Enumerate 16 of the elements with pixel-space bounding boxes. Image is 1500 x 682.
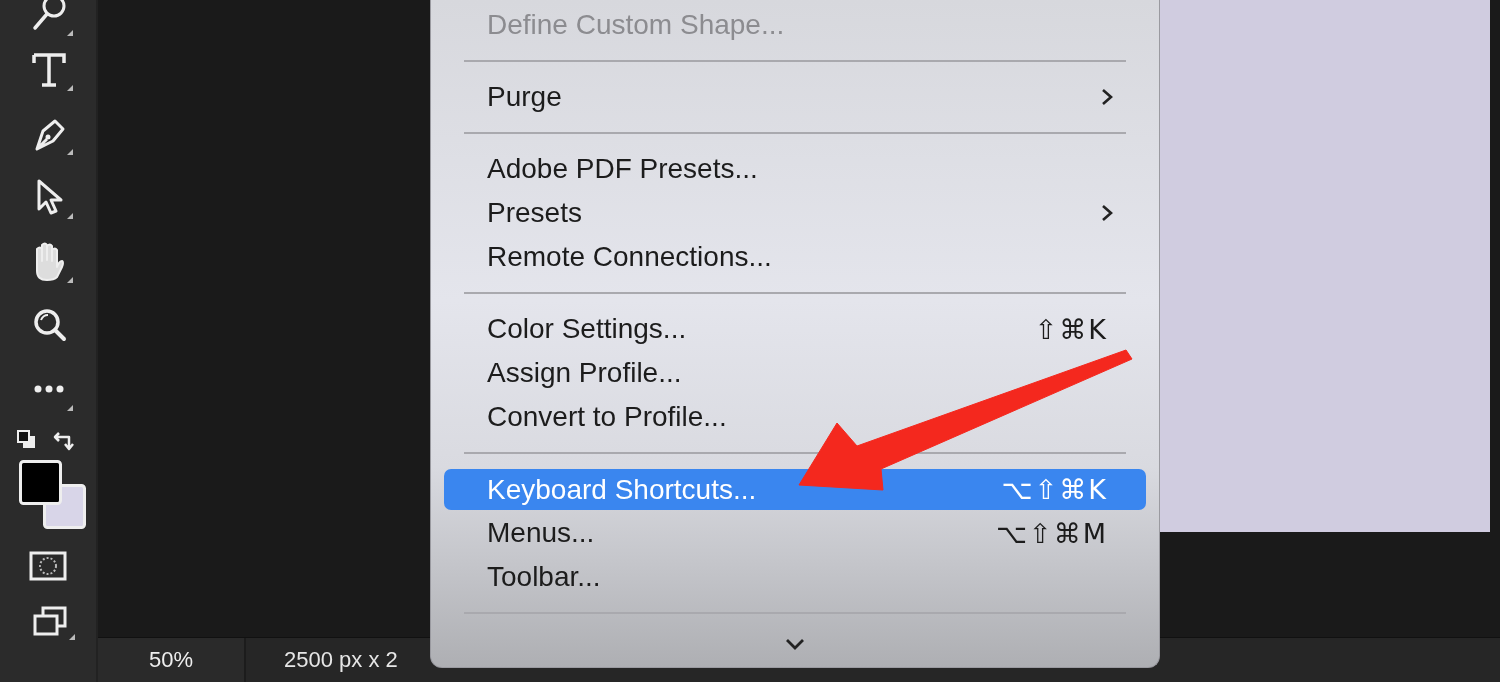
keyboard-shortcut: ⌥⇧⌘M [995,517,1108,549]
keyboard-shortcut: ⌥⇧⌘K [1001,474,1108,505]
menu-item[interactable]: Color Settings... ⇧⌘K [444,307,1146,351]
menu-item[interactable]: Convert to Profile... [444,395,1146,439]
menu-item[interactable]: Keyboard Shortcuts... ⌥⇧⌘K [444,469,1146,510]
document-size: 2500 px x 2 [283,647,398,673]
menu-item[interactable]: Purge [444,75,1146,119]
menu-item[interactable]: Assign Profile... [444,351,1146,395]
menu-item[interactable]: Presets [444,191,1146,235]
menu-item[interactable]: Toolbar... [444,555,1146,599]
keyboard-shortcut: ⇧⌘K [1034,313,1108,345]
menu-item[interactable]: Remote Connections... [444,235,1146,279]
menu-item[interactable]: Adobe PDF Presets... [444,147,1146,191]
menu-item[interactable]: Menus... ⌥⇧⌘M [444,511,1146,555]
zoom-level[interactable]: 50% [98,638,246,682]
chevron-down-icon[interactable] [784,637,806,651]
